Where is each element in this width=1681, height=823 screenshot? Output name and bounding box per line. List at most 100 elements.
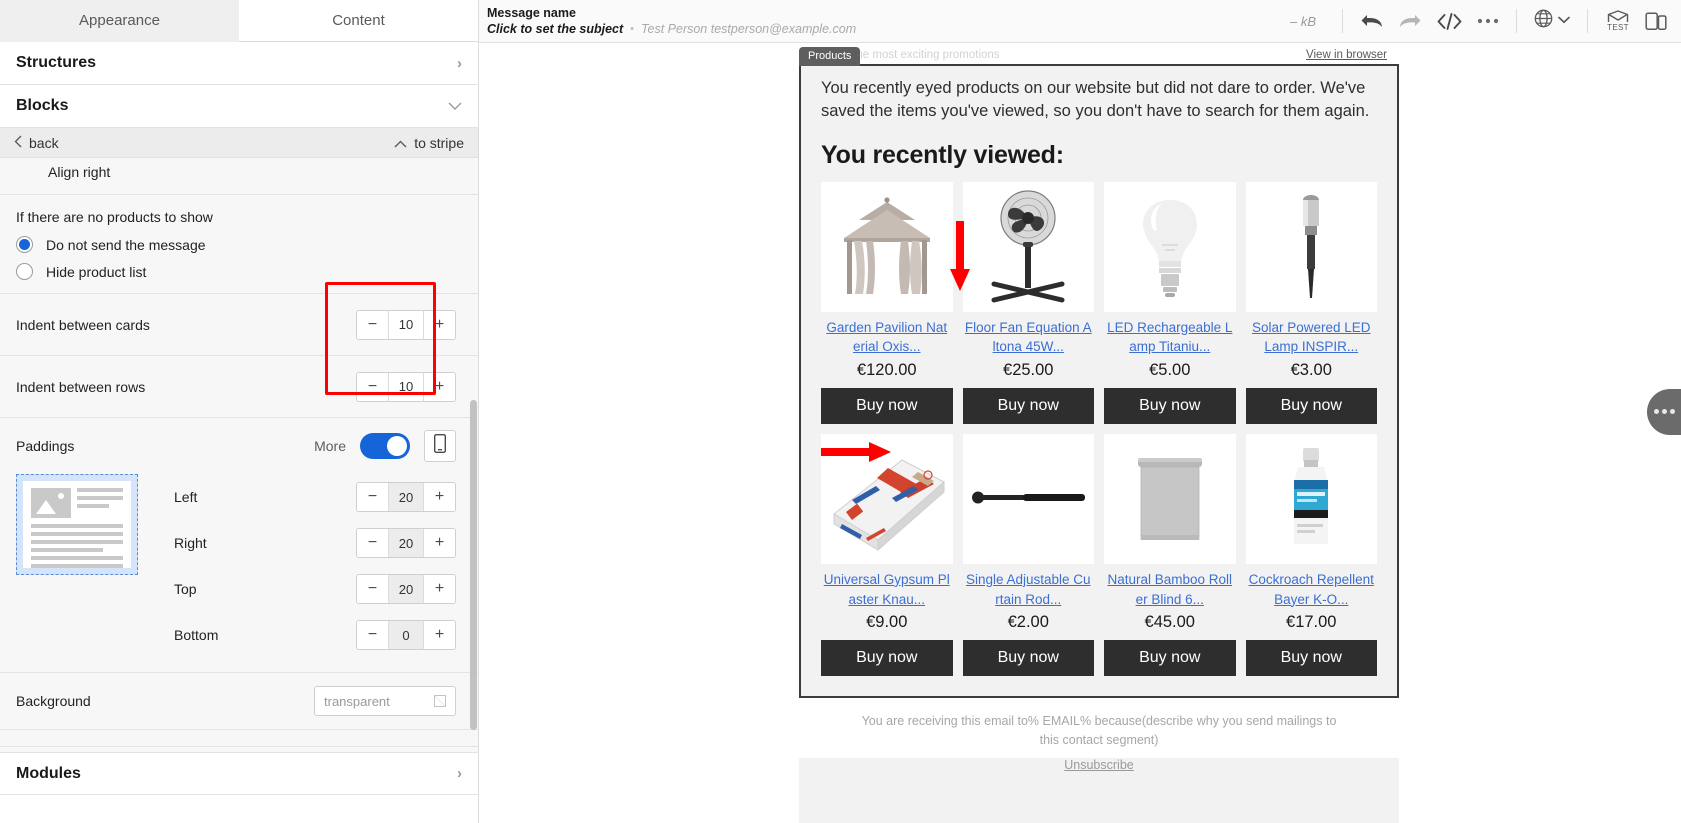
buy-now-button[interactable]: Buy now bbox=[821, 387, 953, 424]
buy-now-button[interactable]: Buy now bbox=[962, 387, 1094, 424]
radio-hide-product-list[interactable]: Hide product list bbox=[0, 258, 478, 293]
view-in-browser-link[interactable]: View in browser bbox=[1306, 49, 1387, 61]
preview-line bbox=[77, 504, 110, 508]
radio-unselected-icon bbox=[16, 263, 33, 280]
buy-now-button[interactable]: Buy now bbox=[1245, 640, 1377, 677]
padding-left-value[interactable]: 20 bbox=[388, 483, 424, 511]
product-card[interactable]: Solar Powered LED Lamp INSPIR... €3.00 B… bbox=[1245, 181, 1378, 424]
email-canvas[interactable]: ...der of the most exciting promotions V… bbox=[479, 43, 1681, 823]
tab-content-label: Content bbox=[332, 12, 385, 29]
padding-bottom-plus-button[interactable]: + bbox=[424, 621, 455, 649]
email-footer-text: You are receiving this email to% EMAIL% … bbox=[799, 698, 1399, 758]
indent-cards-minus-button[interactable]: − bbox=[357, 310, 388, 339]
language-selector[interactable] bbox=[1534, 9, 1570, 33]
indent-rows-stepper[interactable]: − 10 + bbox=[356, 371, 456, 402]
padding-right-stepper[interactable]: − 20 + bbox=[356, 528, 456, 558]
padding-right-label: Right bbox=[174, 535, 207, 551]
padding-right-value[interactable]: 20 bbox=[388, 529, 424, 557]
buy-now-button[interactable]: Buy now bbox=[1104, 387, 1236, 424]
product-card[interactable]: Floor Fan Equation A ltona 45W... €25.00… bbox=[962, 181, 1095, 424]
tab-content[interactable]: Content bbox=[239, 0, 478, 42]
preview-top bbox=[31, 488, 123, 518]
section-modules[interactable]: Modules › bbox=[0, 752, 478, 795]
product-card[interactable]: Natural Bamboo Roll er Blind 6... €45.00… bbox=[1104, 433, 1236, 677]
padding-right-minus-button[interactable]: − bbox=[357, 529, 388, 557]
padding-top-plus-button[interactable]: + bbox=[424, 575, 455, 603]
to-stripe-button[interactable]: to stripe bbox=[394, 135, 464, 151]
padding-left-plus-button[interactable]: + bbox=[424, 483, 455, 511]
align-right-option[interactable]: Align right bbox=[0, 158, 478, 194]
product-price: €25.00 bbox=[1003, 360, 1054, 379]
indent-rows-minus-button[interactable]: − bbox=[357, 372, 388, 401]
sidebar-scroll-area[interactable]: Align right If there are no products to … bbox=[0, 158, 478, 752]
background-color-field[interactable]: transparent bbox=[314, 686, 456, 716]
product-name[interactable]: Single Adjustable Cu rtain Rod... bbox=[963, 564, 1095, 611]
paddings-more-toggle[interactable] bbox=[360, 433, 410, 459]
unsubscribe-link[interactable]: Unsubscribe bbox=[799, 758, 1399, 780]
buy-now-button[interactable]: Buy now bbox=[962, 640, 1094, 677]
undo-icon[interactable] bbox=[1360, 11, 1384, 31]
indent-cards-plus-button[interactable]: + bbox=[424, 310, 455, 339]
padding-bottom-stepper[interactable]: − 0 + bbox=[356, 620, 456, 650]
chevron-right-icon: › bbox=[457, 765, 462, 782]
buy-now-button[interactable]: Buy now bbox=[1245, 387, 1377, 424]
subject-placeholder[interactable]: Click to set the subject bbox=[487, 22, 623, 36]
test-send-icon[interactable]: TEST bbox=[1607, 10, 1629, 32]
code-icon[interactable] bbox=[1436, 12, 1463, 31]
padding-top-stepper[interactable]: − 20 + bbox=[356, 574, 456, 604]
product-card[interactable]: Cockroach Repellent Bayer K-O... €17.00 … bbox=[1245, 433, 1378, 677]
chevron-down-icon bbox=[448, 98, 462, 115]
sender-info: Test Person testperson@example.com bbox=[641, 22, 857, 36]
section-blocks[interactable]: Blocks bbox=[0, 85, 478, 128]
tab-appearance[interactable]: Appearance bbox=[0, 0, 239, 42]
product-name[interactable]: LED Rechargeable L amp Titaniu... bbox=[1104, 312, 1236, 359]
padding-left-minus-button[interactable]: − bbox=[357, 483, 388, 511]
product-price: €17.00 bbox=[1286, 613, 1337, 632]
padding-left-stepper[interactable]: − 20 + bbox=[356, 482, 456, 512]
mobile-device-icon bbox=[433, 433, 447, 458]
product-card[interactable]: Universal Gypsum Pl aster Knau... €9.00 … bbox=[821, 433, 953, 677]
intro-text[interactable]: You recently eyed products on our websit… bbox=[821, 66, 1377, 124]
section-heading[interactable]: You recently viewed: bbox=[821, 124, 1377, 182]
padding-preview bbox=[16, 474, 138, 575]
product-image-curtain-rod bbox=[962, 433, 1094, 564]
indent-rows-plus-button[interactable]: + bbox=[424, 372, 455, 401]
device-preview-icon[interactable] bbox=[1645, 10, 1667, 32]
padding-bottom-minus-button[interactable]: − bbox=[357, 621, 388, 649]
padding-bottom-value[interactable]: 0 bbox=[388, 621, 424, 649]
product-card[interactable]: Garden Pavilion Nat erial Oxis... €120.0… bbox=[821, 181, 953, 424]
sidebar-scrollbar[interactable] bbox=[470, 400, 477, 730]
product-name[interactable]: Natural Bamboo Roll er Blind 6... bbox=[1104, 564, 1236, 611]
product-name[interactable]: Cockroach Repellent Bayer K-O... bbox=[1246, 564, 1378, 611]
redo-icon[interactable] bbox=[1398, 11, 1422, 31]
paddings-header: Paddings More bbox=[0, 418, 478, 474]
product-price: €2.00 bbox=[1007, 613, 1049, 632]
padding-right-plus-button[interactable]: + bbox=[424, 529, 455, 557]
products-block[interactable]: Products You recently eyed products on o… bbox=[799, 47, 1399, 699]
radio-do-not-send[interactable]: Do not send the message bbox=[0, 231, 478, 258]
indent-cards-value[interactable]: 10 bbox=[388, 310, 424, 339]
buy-now-button[interactable]: Buy now bbox=[821, 640, 953, 677]
product-card[interactable]: Single Adjustable Cu rtain Rod... €2.00 … bbox=[962, 433, 1095, 677]
padding-top-row: Top − 20 + bbox=[156, 566, 456, 612]
product-card[interactable]: LED Rechargeable L amp Titaniu... €5.00 … bbox=[1104, 181, 1236, 424]
main-area: Message name Click to set the subject • … bbox=[479, 0, 1681, 823]
product-name[interactable]: Garden Pavilion Nat erial Oxis... bbox=[821, 312, 953, 359]
toolbar-divider bbox=[1342, 9, 1343, 33]
back-label: back bbox=[29, 134, 59, 151]
back-button[interactable]: back bbox=[14, 135, 59, 151]
background-row: Background transparent bbox=[0, 673, 478, 729]
padding-fields: Left − 20 + Right − 20 + Top − 20 + Bott… bbox=[156, 474, 456, 658]
buy-now-button[interactable]: Buy now bbox=[1104, 640, 1236, 677]
product-name[interactable]: Floor Fan Equation A ltona 45W... bbox=[963, 312, 1095, 359]
section-structures[interactable]: Structures › bbox=[0, 42, 478, 85]
padding-top-minus-button[interactable]: − bbox=[357, 575, 388, 603]
more-icon[interactable] bbox=[1477, 18, 1499, 24]
product-name[interactable]: Universal Gypsum Pl aster Knau... bbox=[821, 564, 953, 611]
indent-rows-value[interactable]: 10 bbox=[388, 372, 424, 401]
mobile-paddings-button[interactable] bbox=[424, 430, 456, 462]
product-name[interactable]: Solar Powered LED Lamp INSPIR... bbox=[1246, 312, 1378, 359]
padding-top-value[interactable]: 20 bbox=[388, 575, 424, 603]
indent-cards-stepper[interactable]: − 10 + bbox=[356, 309, 456, 340]
section-blocks-label: Blocks bbox=[16, 97, 69, 114]
